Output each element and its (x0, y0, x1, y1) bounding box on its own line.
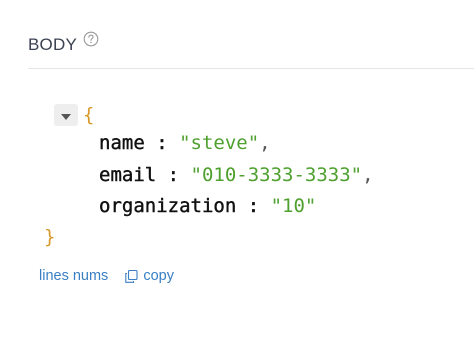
property-colon: : (156, 164, 191, 186)
property-key: email (99, 164, 157, 186)
open-brace: { (83, 104, 95, 126)
json-property-row: email : "010-3333-3333", (99, 162, 374, 188)
copy-label: copy (143, 268, 174, 284)
close-brace: } (44, 226, 56, 248)
section-divider (28, 68, 474, 69)
copy-icon (124, 269, 139, 284)
property-colon: : (236, 195, 271, 217)
property-value: "steve" (179, 132, 260, 154)
property-key: name (99, 132, 145, 154)
question-circle-icon[interactable] (83, 31, 99, 47)
property-value: "10" (270, 195, 317, 217)
property-value: "010-3333-3333" (190, 164, 363, 186)
property-key: organization (99, 195, 237, 217)
copy-button[interactable]: copy (124, 268, 174, 284)
section-title: BODY (28, 35, 77, 54)
caret-down-icon (60, 104, 72, 126)
property-comma: , (362, 164, 374, 186)
json-property-row: organization : "10" (99, 193, 317, 219)
body-actions: lines nums copy (39, 266, 174, 286)
property-colon: : (144, 132, 180, 154)
lines-nums-link[interactable]: lines nums (39, 268, 108, 284)
body-section-header: BODY (28, 28, 99, 62)
property-comma: , (259, 132, 271, 154)
json-property-row: name : "steve", (99, 130, 271, 156)
collapse-toggle-button[interactable] (54, 104, 78, 126)
